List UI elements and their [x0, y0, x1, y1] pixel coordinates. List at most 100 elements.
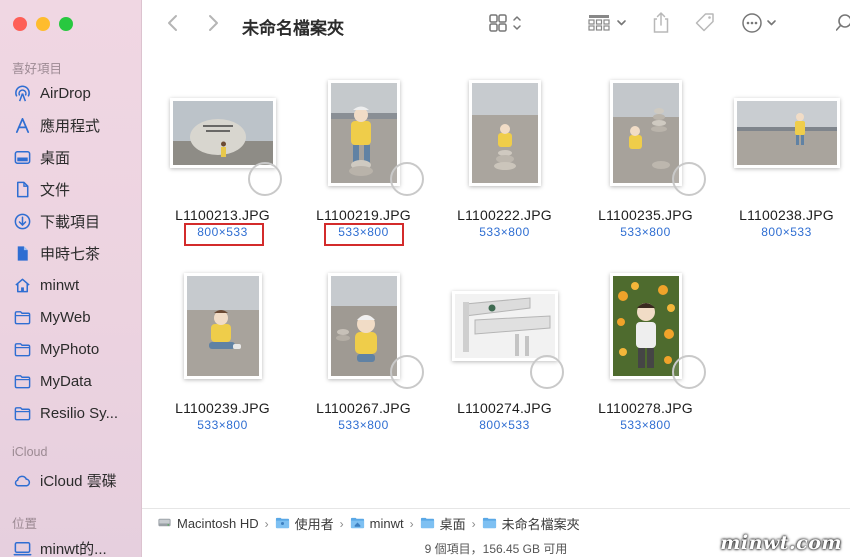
sidebar-item-downloads[interactable]: 下載項目 [12, 207, 137, 235]
desktop-icon [12, 147, 32, 167]
selection-circle[interactable] [672, 355, 706, 389]
highlight-box [324, 223, 404, 246]
file-item[interactable]: L1100278.JPG 533×800 [575, 258, 716, 438]
file-item[interactable]: L1100239.JPG 533×800 [152, 258, 293, 438]
file-dimensions: 533×800 [620, 418, 671, 432]
airdrop-icon [12, 83, 32, 103]
search-button[interactable] [835, 12, 850, 39]
breadcrumb-users[interactable]: 使用者 [275, 514, 334, 533]
breadcrumb-minwt[interactable]: minwt [350, 515, 404, 533]
photo-thumbnail [183, 272, 262, 379]
folder-icon [420, 515, 435, 533]
folder-icon [12, 403, 32, 423]
cloud-icon [12, 470, 32, 490]
sidebar-item-documents[interactable]: 文件 [12, 175, 137, 203]
file-name: L1100238.JPG [739, 207, 834, 223]
share-button[interactable] [650, 11, 672, 40]
selection-circle[interactable] [390, 355, 424, 389]
view-mode-button[interactable] [487, 12, 529, 38]
tag-button[interactable] [692, 12, 718, 38]
forward-button[interactable] [202, 14, 224, 36]
more-actions-button[interactable] [740, 12, 782, 38]
sidebar-section-icloud: iCloud [12, 445, 48, 459]
file-dimensions: 533×800 [197, 418, 248, 432]
photo-thumbnail [327, 272, 400, 379]
window-controls [13, 17, 73, 31]
file-name: L1100219.JPG [316, 207, 411, 223]
sidebar-item-computer[interactable]: minwt的... [12, 534, 137, 557]
file-item[interactable]: L1100219.JPG 533×800 [293, 65, 434, 246]
watermark: minwt.com [720, 532, 842, 554]
tag-icon [693, 11, 717, 40]
sidebar-item-label: Resilio Sy... [40, 404, 119, 422]
toolbar: 未命名檔案夾 [142, 0, 850, 50]
sidebar-item-myweb[interactable]: MyWeb [12, 303, 137, 331]
downloads-icon [12, 211, 32, 231]
icon-grid-icon [488, 12, 528, 39]
close-window-button[interactable] [13, 17, 27, 31]
sidebar-item-desktop[interactable]: 桌面 [12, 143, 137, 171]
sidebar-item-label: minwt [40, 276, 80, 294]
file-item[interactable]: L1100235.JPG 533×800 [575, 65, 716, 245]
sidebar-item-resilio[interactable]: Resilio Sy... [12, 399, 137, 427]
file-item[interactable]: L1100213.JPG 800×533 [152, 65, 293, 246]
folder-icon [275, 515, 290, 533]
selection-circle[interactable] [530, 355, 564, 389]
folder-icon [12, 371, 32, 391]
sidebar-item-label: MyPhoto [40, 340, 100, 358]
sidebar-item-label: AirDrop [40, 84, 91, 102]
minimize-window-button[interactable] [36, 17, 50, 31]
search-icon [835, 12, 850, 39]
file-name: L1100239.JPG [175, 400, 270, 416]
sidebar-item-file[interactable]: 申時七茶 [12, 239, 137, 267]
folder-icon [12, 307, 32, 327]
file-name: L1100267.JPG [316, 400, 411, 416]
sidebar-item-label: MyWeb [40, 308, 91, 326]
photo-thumbnail [609, 79, 682, 186]
breadcrumb-separator: › [471, 516, 476, 531]
sidebar-item-myphoto[interactable]: MyPhoto [12, 335, 137, 363]
photo-thumbnail [169, 97, 276, 168]
folder-icon [482, 515, 497, 533]
file-item[interactable]: L1100222.JPG 533×800 [434, 65, 575, 245]
file-item[interactable]: L1100274.JPG 800×533 [434, 258, 575, 438]
breadcrumb-desktop[interactable]: 桌面 [420, 514, 466, 533]
window-title: 未命名檔案夾 [242, 19, 344, 38]
thumbnail-area [152, 258, 293, 393]
breadcrumb-label: minwt [369, 516, 404, 531]
file-dimensions: 533×800 [338, 418, 389, 432]
folder-icon [12, 339, 32, 359]
breadcrumb-separator: › [409, 516, 414, 531]
sidebar-section-favorites: 喜好項目 [12, 62, 63, 76]
group-grid-icon [587, 12, 631, 39]
photo-thumbnail [733, 97, 840, 168]
sidebar-item-applications[interactable]: 應用程式 [12, 111, 137, 139]
main-content: 未命名檔案夾 L1100213.JPG 800×533 L1100219.JPG… [142, 0, 850, 557]
back-button[interactable] [162, 14, 184, 36]
finder-window: 喜好項目 AirDrop 應用程式 桌面 文件 下載項目 申時七茶 minwt … [0, 0, 850, 557]
selection-circle[interactable] [672, 162, 706, 196]
file-item[interactable]: L1100238.JPG 800×533 [716, 65, 850, 245]
document-icon [12, 179, 32, 199]
selection-circle[interactable] [390, 162, 424, 196]
file-item[interactable]: L1100267.JPG 533×800 [293, 258, 434, 438]
breadcrumb-untitled-folder[interactable]: 未命名檔案夾 [482, 514, 580, 533]
sidebar-item-label: 申時七茶 [40, 245, 101, 263]
selection-circle[interactable] [248, 162, 282, 196]
zoom-window-button[interactable] [59, 17, 73, 31]
sidebar-item-label: 文件 [40, 181, 71, 199]
share-icon [651, 11, 671, 40]
sidebar-item-home[interactable]: minwt [12, 271, 137, 299]
sidebar-item-icloud-drive[interactable]: iCloud 雲碟 [12, 466, 137, 494]
breadcrumb-label: 未命名檔案夾 [501, 517, 580, 532]
sidebar-item-label: 桌面 [40, 149, 71, 167]
file-dimensions: 800×533 [479, 418, 530, 432]
sidebar-item-airdrop[interactable]: AirDrop [12, 79, 137, 107]
breadcrumb-label: 桌面 [439, 517, 466, 532]
group-button[interactable] [587, 12, 631, 38]
breadcrumb-macintosh-hd[interactable]: Macintosh HD [157, 515, 259, 533]
home-folder-icon [350, 515, 365, 533]
sidebar-item-mydata[interactable]: MyData [12, 367, 137, 395]
sidebar-item-label: MyData [40, 372, 92, 390]
file-name: L1100222.JPG [457, 207, 552, 223]
